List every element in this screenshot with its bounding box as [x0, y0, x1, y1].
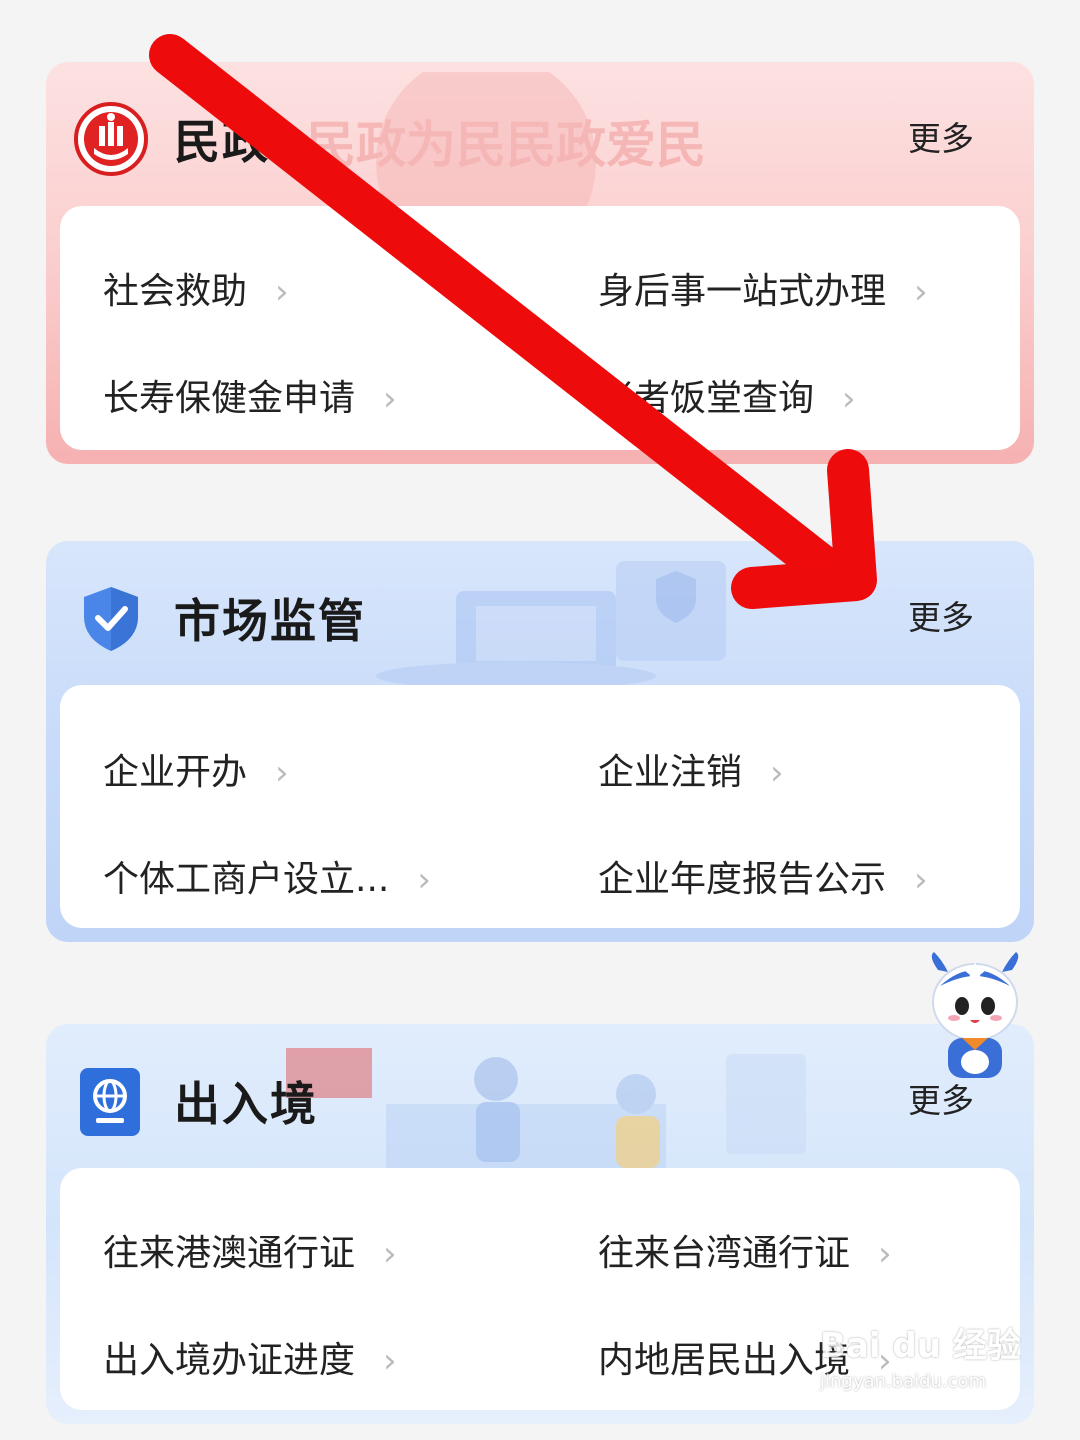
service-item-taiwan-permit[interactable]: 往来台湾通行证 › — [598, 1224, 892, 1276]
civil-affairs-banner-text: 民政为民民政爱民 — [306, 116, 706, 174]
chevron-right-icon: › — [770, 753, 784, 793]
service-item-label: 往来台湾通行证 — [598, 1233, 851, 1274]
market-regulation-items-panel: 企业开办 › 企业注销 › 个体工商户设立... › 企业年度报告公示 › — [60, 685, 1020, 928]
chevron-right-icon: › — [878, 1234, 892, 1274]
chevron-right-icon: › — [383, 1341, 397, 1381]
baidu-jingyan-watermark: Bai du 经验 jingyan.baidu.com — [820, 1318, 1060, 1418]
chevron-right-icon: › — [914, 272, 928, 312]
chevron-right-icon: › — [842, 379, 856, 419]
civil-affairs-items-panel: 社会救助 › 身后事一站式办理 › 长寿保健金申请 › 老者饭堂查询 › — [60, 206, 1020, 450]
service-item-funeral-one-stop[interactable]: 身后事一站式办理 › — [598, 262, 928, 314]
market-regulation-more-link[interactable]: 更多 — [908, 591, 974, 639]
service-item-label: 企业开办 — [103, 752, 248, 793]
chevron-right-icon: › — [914, 860, 928, 900]
market-regulation-card: 市场监管 更多 企业开办 › 企业注销 › 个体工商户设立... › 企业年度报告公示… — [46, 541, 1034, 942]
service-item-hk-macau-permit[interactable]: 往来港澳通行证 › — [103, 1224, 397, 1276]
service-item-annual-report[interactable]: 企业年度报告公示 › — [598, 850, 928, 902]
chevron-right-icon: › — [383, 379, 397, 419]
service-item-business-registration[interactable]: 企业开办 › — [103, 743, 289, 795]
chevron-right-icon: › — [275, 753, 289, 793]
service-item-label: 长寿保健金申请 — [103, 378, 356, 419]
service-item-label: 身后事一站式办理 — [598, 271, 887, 312]
mascot-icon[interactable] — [920, 950, 1030, 1085]
service-item-social-assistance[interactable]: 社会救助 › — [103, 262, 289, 314]
service-item-label: 社会救助 — [103, 271, 248, 312]
watermark-main-text: Bai du 经验 — [820, 1326, 1021, 1366]
service-item-label: 个体工商户设立... — [103, 859, 390, 900]
market-regulation-banner-icon — [376, 561, 726, 685]
watermark-sub-text: jingyan.baidu.com — [820, 1371, 987, 1392]
civil-affairs-logo-icon — [74, 102, 148, 176]
market-regulation-title: 市场监管 — [174, 594, 366, 648]
chevron-right-icon: › — [383, 1234, 397, 1274]
chevron-right-icon: › — [275, 272, 289, 312]
service-item-label: 内地居民出入境 — [598, 1340, 851, 1381]
civil-affairs-header: 民政为民民政爱民 民政 更多 — [46, 62, 1034, 206]
civil-affairs-title: 民政 — [174, 115, 270, 169]
civil-affairs-more-link[interactable]: 更多 — [908, 112, 974, 160]
service-item-label: 企业注销 — [598, 752, 743, 793]
chevron-right-icon: › — [417, 860, 431, 900]
market-regulation-header: 市场监管 更多 — [46, 541, 1034, 685]
service-item-permit-progress[interactable]: 出入境办证进度 › — [103, 1331, 397, 1383]
civil-affairs-banner-icon: 民政为民民政爱民 — [306, 72, 706, 206]
shield-check-icon — [84, 587, 138, 651]
globe-passport-icon — [80, 1068, 140, 1136]
service-item-label: 往来港澳通行证 — [103, 1233, 356, 1274]
exit-entry-title: 出入境 — [174, 1077, 318, 1131]
service-item-sole-proprietor-setup[interactable]: 个体工商户设立... › — [103, 850, 431, 902]
service-item-longevity-subsidy[interactable]: 长寿保健金申请 › — [103, 369, 397, 421]
civil-affairs-card: 民政为民民政爱民 民政 更多 社会救助 › 身后事一站式办理 › 长寿保健金申请 › … — [46, 62, 1034, 464]
service-item-label: 出入境办证进度 — [103, 1340, 356, 1381]
exit-entry-banner-icon — [286, 1048, 806, 1168]
service-item-label: 企业年度报告公示 — [598, 859, 887, 900]
service-item-elderly-canteen[interactable]: 老者饭堂查询 › — [598, 369, 856, 421]
service-item-label: 老者饭堂查询 — [598, 378, 815, 419]
service-item-business-deregistration[interactable]: 企业注销 › — [598, 743, 784, 795]
exit-entry-header: 出入境 更多 — [46, 1024, 1034, 1168]
